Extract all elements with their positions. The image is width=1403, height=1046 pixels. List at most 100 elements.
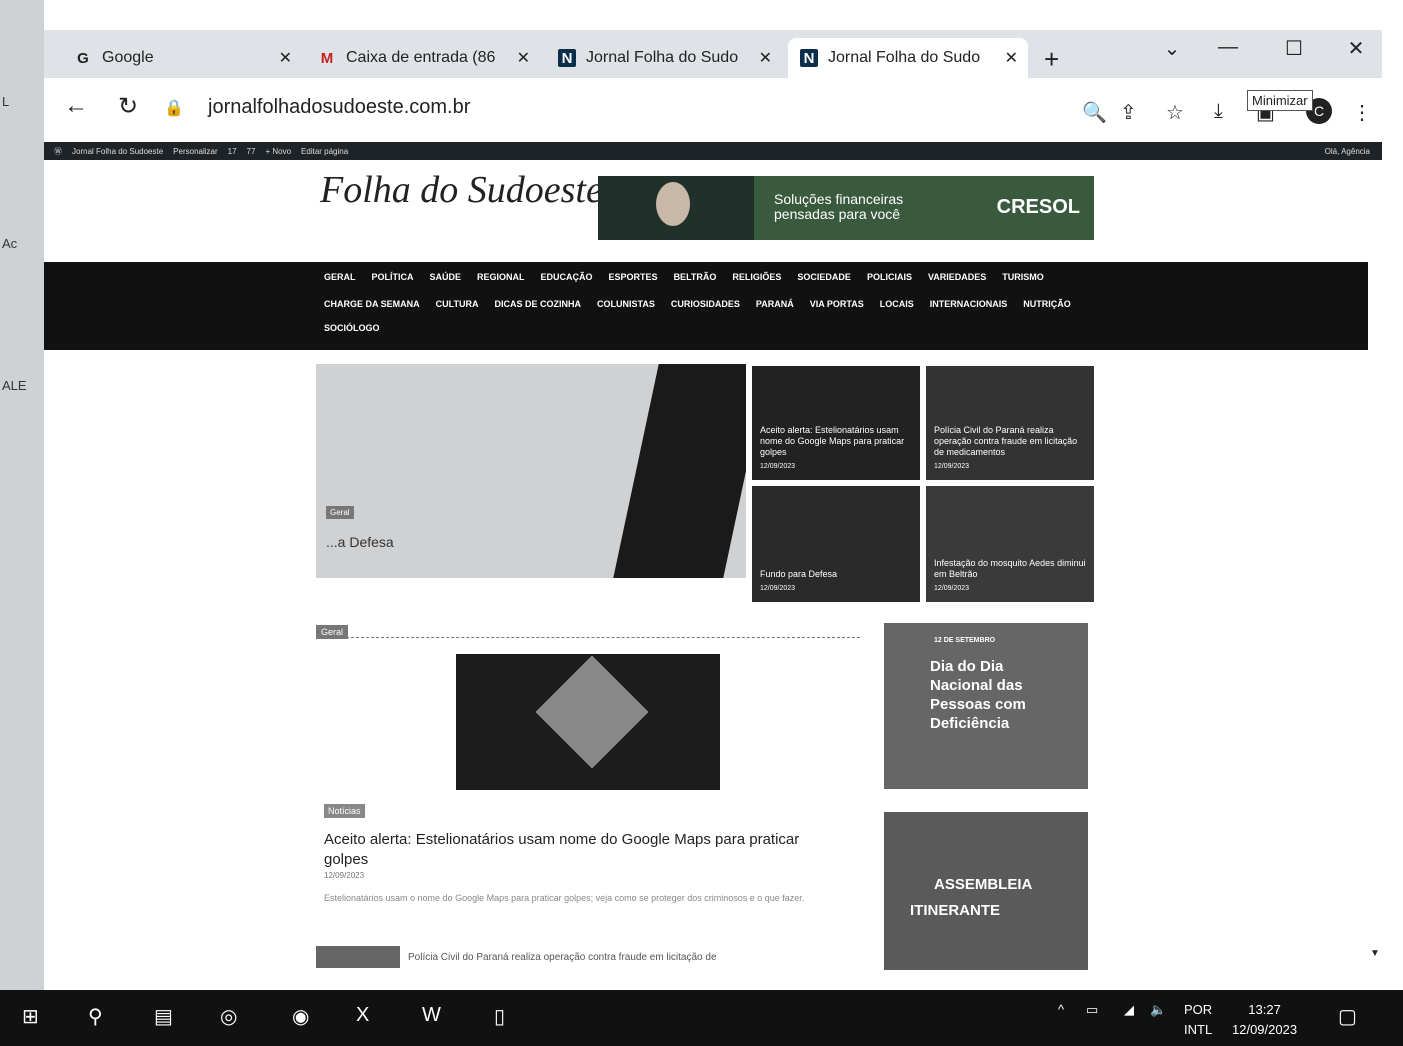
featured-side-2[interactable]: Polícia Civil do Paraná realiza operação… <box>926 366 1094 480</box>
start-windows-icon[interactable]: ⊞ <box>22 1004 39 1029</box>
tab-jornal-1[interactable]: N Jornal Folha do Sudo ✕ <box>546 38 782 78</box>
zoom-icon[interactable]: 🔍 <box>1082 100 1107 125</box>
featured-category[interactable]: Geral <box>326 506 354 519</box>
browser-toolbar: ← ↻ 🔒 jornalfolhadosudoeste.com.br 🔍 ⇪ ☆… <box>44 78 1382 142</box>
nav-item[interactable]: SAÚDE <box>430 272 462 282</box>
new-tab-button[interactable]: + <box>1044 44 1059 75</box>
chrome-icon[interactable]: ◎ <box>220 1004 237 1029</box>
featured-title[interactable]: Aceito alerta: Estelionatários usam nome… <box>760 425 904 457</box>
nav-item[interactable]: CURIOSIDADES <box>671 299 740 309</box>
nav-item[interactable]: SOCIÓLOGO <box>324 323 380 333</box>
header-banner-ad[interactable]: Soluções financeiras pensadas para você … <box>598 176 1094 240</box>
nav-item[interactable]: ESPORTES <box>609 272 658 282</box>
tab-google[interactable]: G Google ✕ <box>62 38 302 78</box>
tab-label: Jornal Folha do Sudo <box>586 49 739 66</box>
main-nav: GERAL POLÍTICA SAÚDE REGIONAL EDUCAÇÃO ESPORT… <box>44 262 1368 350</box>
nav-item[interactable]: TURISMO <box>1002 272 1044 282</box>
nav-item[interactable]: CULTURA <box>436 299 479 309</box>
sidebar-ad-2[interactable]: ASSEMBLEIA ITINERANTE <box>884 812 1088 970</box>
featured-side-1[interactable]: Aceito alerta: Estelionatários usam nome… <box>752 366 920 480</box>
featured-title[interactable]: Fundo para Defesa <box>760 569 837 579</box>
admin-site-link[interactable]: Jornal Folha do Sudoeste <box>72 147 163 156</box>
nav-item[interactable]: RELIGIÕES <box>732 272 781 282</box>
news-image[interactable] <box>456 654 720 790</box>
close-icon[interactable]: ✕ <box>517 48 530 68</box>
wp-logo-icon[interactable]: Ⓦ <box>54 146 62 157</box>
lock-icon[interactable]: 🔒 <box>164 98 184 118</box>
clock[interactable]: 13:27 12/09/2023 <box>1232 1000 1297 1040</box>
news-category[interactable]: Notícias <box>324 804 365 818</box>
gmail-icon: M <box>320 49 334 67</box>
document-icon[interactable]: ▯ <box>494 1004 505 1029</box>
close-icon[interactable]: ✕ <box>279 48 292 68</box>
share-icon[interactable]: ⇪ <box>1120 100 1137 125</box>
volume-icon[interactable]: 🔈 <box>1150 1002 1166 1018</box>
admin-comments-count[interactable]: 77 <box>247 147 256 156</box>
admin-customize-link[interactable]: Personalizar <box>173 147 217 156</box>
nav-item[interactable]: LOCAIS <box>880 299 914 309</box>
minimize-button[interactable]: — <box>1208 36 1248 59</box>
featured-main[interactable]: Geral ...a Defesa <box>316 364 746 578</box>
nav-item[interactable]: PARANÁ <box>756 299 794 309</box>
admin-new-link[interactable]: + Novo <box>265 147 291 156</box>
nav-item[interactable]: GERAL <box>324 272 356 282</box>
featured-title[interactable]: Polícia Civil do Paraná realiza operação… <box>934 425 1077 457</box>
reload-button[interactable]: ↻ <box>118 92 138 121</box>
close-icon[interactable]: ✕ <box>1005 48 1018 68</box>
clock-date: 12/09/2023 <box>1232 1022 1298 1037</box>
news-title[interactable]: Aceito alerta: Estelionatários usam nome… <box>324 830 844 870</box>
app-icon[interactable]: ◉ <box>292 1004 309 1029</box>
language-indicator[interactable]: POR INTL <box>1184 1000 1212 1040</box>
close-icon[interactable]: ✕ <box>759 48 772 68</box>
featured-title[interactable]: ...a Defesa <box>326 534 394 550</box>
nav-item[interactable]: BELTRÃO <box>674 272 717 282</box>
news-list-item[interactable]: Polícia Civil do Paraná realiza operação… <box>316 946 816 968</box>
desktop-strip <box>0 0 44 990</box>
news-thumb[interactable] <box>316 946 400 968</box>
download-icon[interactable]: ⤓ <box>1214 100 1223 123</box>
admin-user[interactable]: Olá, Agência <box>1325 147 1370 156</box>
nav-item[interactable]: EDUCAÇÃO <box>541 272 593 282</box>
nav-item[interactable]: NUTRIÇÃO <box>1023 299 1071 309</box>
tab-jornal-2[interactable]: N Jornal Folha do Sudo ✕ <box>788 38 1028 78</box>
nav-item[interactable]: REGIONAL <box>477 272 525 282</box>
featured-title[interactable]: Infestação do mosquito Aedes diminui em … <box>934 558 1086 579</box>
nav-item[interactable]: VIA PORTAS <box>810 299 864 309</box>
battery-icon[interactable]: ▭ <box>1086 1002 1098 1018</box>
word-icon[interactable]: W <box>422 1004 441 1027</box>
tab-label: Caixa de entrada (86 <box>346 49 496 66</box>
address-bar[interactable]: jornalfolhadosudoeste.com.br <box>208 96 470 119</box>
back-button[interactable]: ← <box>64 92 88 120</box>
nav-item[interactable]: COLUNISTAS <box>597 299 655 309</box>
site-logo[interactable]: Folha do Sudoeste <box>320 168 603 212</box>
tab-search-chevron-icon[interactable]: ⌄ <box>1152 36 1192 61</box>
tray-chevron-icon[interactable]: ^ <box>1058 1002 1064 1017</box>
admin-edit-link[interactable]: Editar página <box>301 147 348 156</box>
maximize-button[interactable]: ☐ <box>1274 36 1314 61</box>
scroll-down-arrow-icon[interactable]: ▼ <box>1370 948 1380 959</box>
featured-side-3[interactable]: Fundo para Defesa 12/09/2023 <box>752 486 920 602</box>
menu-icon[interactable]: ⋮ <box>1352 100 1372 125</box>
search-icon[interactable]: ⚲ <box>88 1004 103 1029</box>
bookmark-star-icon[interactable]: ☆ <box>1166 100 1184 125</box>
tab-gmail[interactable]: M Caixa de entrada (86 ✕ <box>306 38 540 78</box>
nav-item[interactable]: SOCIEDADE <box>797 272 851 282</box>
nav-item[interactable]: INTERNACIONAIS <box>930 299 1008 309</box>
nav-item[interactable]: POLICIAIS <box>867 272 912 282</box>
desktop-label: Ac <box>2 236 18 251</box>
file-explorer-icon[interactable]: ▤ <box>154 1004 173 1029</box>
sidebar-ad-1[interactable]: 12 DE SETEMBRO Dia do Dia Nacional das P… <box>884 623 1088 789</box>
admin-updates-count[interactable]: 17 <box>228 147 237 156</box>
network-icon[interactable]: ◢ <box>1124 1002 1134 1018</box>
nav-item[interactable]: POLÍTICA <box>372 272 414 282</box>
site-favicon: N <box>800 49 818 67</box>
excel-icon[interactable]: X <box>356 1004 369 1027</box>
featured-side-4[interactable]: Infestação do mosquito Aedes diminui em … <box>926 486 1094 602</box>
nav-item[interactable]: VARIEDADES <box>928 272 986 282</box>
close-window-button[interactable]: ✕ <box>1336 36 1376 61</box>
nav-item[interactable]: CHARGE DA SEMANA <box>324 299 420 309</box>
news-list-title[interactable]: Polícia Civil do Paraná realiza operação… <box>408 952 717 963</box>
section-label[interactable]: Geral <box>316 625 349 639</box>
notifications-icon[interactable]: ▢ <box>1338 1004 1357 1029</box>
nav-item[interactable]: DICAS DE COZINHA <box>495 299 582 309</box>
